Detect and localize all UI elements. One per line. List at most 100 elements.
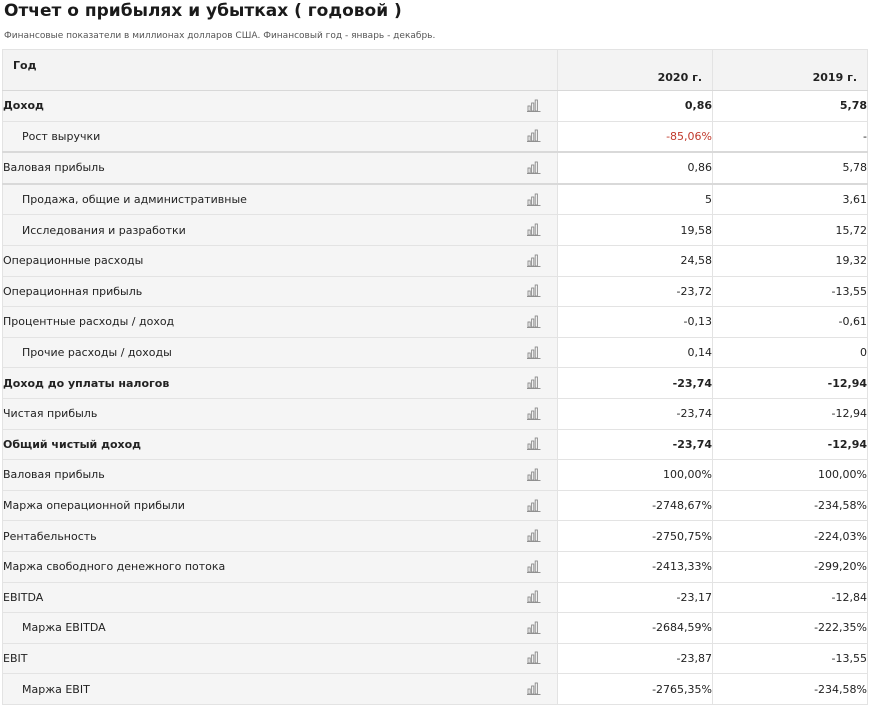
row-label-cell: Маржа EBIT [2,673,558,705]
bar-chart-icon[interactable] [527,621,541,634]
value-2020: -2748,67% [557,489,713,522]
bar-chart-icon[interactable] [527,346,541,359]
table-row: Маржа операционной прибыли -2748,67% -23… [2,489,868,522]
value-2020: -2750,75% [557,520,713,552]
bar-chart-icon[interactable] [527,223,541,237]
value-2019: -13,55 [712,275,868,308]
bar-chart-icon[interactable] [527,254,541,267]
row-label-cell: Валовая прибыль [2,151,558,185]
bar-chart-icon[interactable] [527,407,541,420]
bar-chart-icon[interactable] [527,682,541,696]
value-2019: -234,58% [712,673,868,705]
value-2020: -23,74 [557,397,713,430]
bar-chart-icon[interactable] [527,193,541,206]
row-label-cell: Доход до уплаты налогов [2,367,558,399]
table-row: Исследования и разработки 19,58 15,72 [2,214,868,246]
row-label: Рост выручки [22,129,101,143]
page-title: Отчет о прибылях и убытках ( годовой ) [4,1,402,21]
bar-chart-icon[interactable] [527,590,541,604]
value-2020: -85,06% [557,120,713,153]
row-label-cell: Валовая прибыль [2,459,558,491]
bar-chart-icon[interactable] [527,560,541,573]
value-2020: -2684,59% [557,612,713,644]
row-label: Исследования и разработки [22,223,186,237]
column-header-2019[interactable]: 2019 г. [712,49,868,91]
row-label: Валовая прибыль [3,468,105,482]
row-label-cell: Рентабельность [2,520,558,552]
row-label: Чистая прибыль [3,407,98,421]
bar-chart-icon[interactable] [527,437,541,451]
value-2019: 19,32 [712,244,868,277]
row-label: Рентабельность [3,529,97,543]
value-2019: -234,58% [712,489,868,522]
value-2019: 100,00% [712,459,868,491]
value-2020: -0,13 [557,306,713,338]
row-label-cell: Маржа свободного денежного потока [2,550,558,583]
value-2019: 5,78 [712,151,868,185]
row-label-cell: Процентные расходы / доход [2,306,558,338]
bar-chart-icon[interactable] [527,529,541,543]
bar-chart-icon[interactable] [527,651,541,665]
row-label-cell: EBIT [2,642,558,675]
bar-chart-icon[interactable] [527,315,541,328]
column-header-2020[interactable]: 2020 г. [557,49,713,91]
value-2020: 0,86 [557,151,713,185]
row-label: Общий чистый доход [3,437,142,451]
bar-chart-icon[interactable] [527,161,541,174]
table-row: Общий чистый доход -23,74 -12,94 [2,428,868,461]
bar-chart-icon[interactable] [527,499,541,512]
row-label-cell: Общий чистый доход [2,428,558,461]
row-label: EBIT [3,651,28,665]
value-2019: 0 [712,336,868,369]
row-label-cell: Маржа EBITDA [2,612,558,644]
bar-chart-icon[interactable] [527,99,541,112]
row-label: Операционные расходы [3,254,144,268]
row-label: Продажа, общие и административные [22,193,247,207]
table-row: Операционные расходы 24,58 19,32 [2,244,868,277]
value-2019: -12,84 [712,581,868,614]
table-row: Рентабельность -2750,75% -224,03% [2,520,868,552]
value-2020: 19,58 [557,214,713,246]
value-2020: -2765,35% [557,673,713,705]
bar-chart-icon[interactable] [527,129,541,143]
row-label-cell: Прочие расходы / доходы [2,336,558,369]
row-label: Маржа EBITDA [22,621,106,635]
table-header-row: Год 2020 г. 2019 г. [2,49,868,91]
table-row: Валовая прибыль 100,00% 100,00% [2,459,868,491]
page-subtitle: Финансовые показатели в миллионах доллар… [4,31,436,41]
table-row: Прочие расходы / доходы 0,14 0 [2,336,868,369]
row-label: Маржа EBIT [22,682,90,696]
row-label: Маржа операционной прибыли [3,499,185,513]
table-row: Процентные расходы / доход -0,13 -0,61 [2,306,868,338]
value-2020: -23,72 [557,275,713,308]
row-label: Прочие расходы / доходы [22,346,172,360]
bar-chart-icon[interactable] [527,376,541,390]
value-2019: 3,61 [712,182,868,216]
value-2019: -222,35% [712,612,868,644]
table-row: Валовая прибыль 0,86 5,78 [2,151,868,185]
bar-chart-icon[interactable] [527,284,541,298]
row-label-cell: Операционные расходы [2,244,558,277]
value-2020: 100,00% [557,459,713,491]
column-header-label: Год [2,49,558,91]
value-2019: -299,20% [712,550,868,583]
row-label: Операционная прибыль [3,284,143,298]
value-2020: -23,74 [557,367,713,399]
row-label-cell: Маржа операционной прибыли [2,489,558,522]
bar-chart-icon[interactable] [527,468,541,481]
row-label: Процентные расходы / доход [3,315,175,329]
value-2020: -23,87 [557,642,713,675]
value-2019: -13,55 [712,642,868,675]
value-2019: 15,72 [712,214,868,246]
value-2019: - [712,120,868,153]
table-row: Продажа, общие и административные 5 3,61 [2,182,868,216]
row-label-cell: Рост выручки [2,120,558,153]
row-label-cell: EBITDA [2,581,558,614]
value-2020: 5 [557,182,713,216]
table-row: Операционная прибыль -23,72 -13,55 [2,275,868,308]
table-row: Маржа свободного денежного потока -2413,… [2,550,868,583]
table-row: Маржа EBITDA -2684,59% -222,35% [2,612,868,644]
value-2019: -12,94 [712,397,868,430]
row-label-cell: Продажа, общие и административные [2,182,558,216]
table-row: EBIT -23,87 -13,55 [2,642,868,675]
